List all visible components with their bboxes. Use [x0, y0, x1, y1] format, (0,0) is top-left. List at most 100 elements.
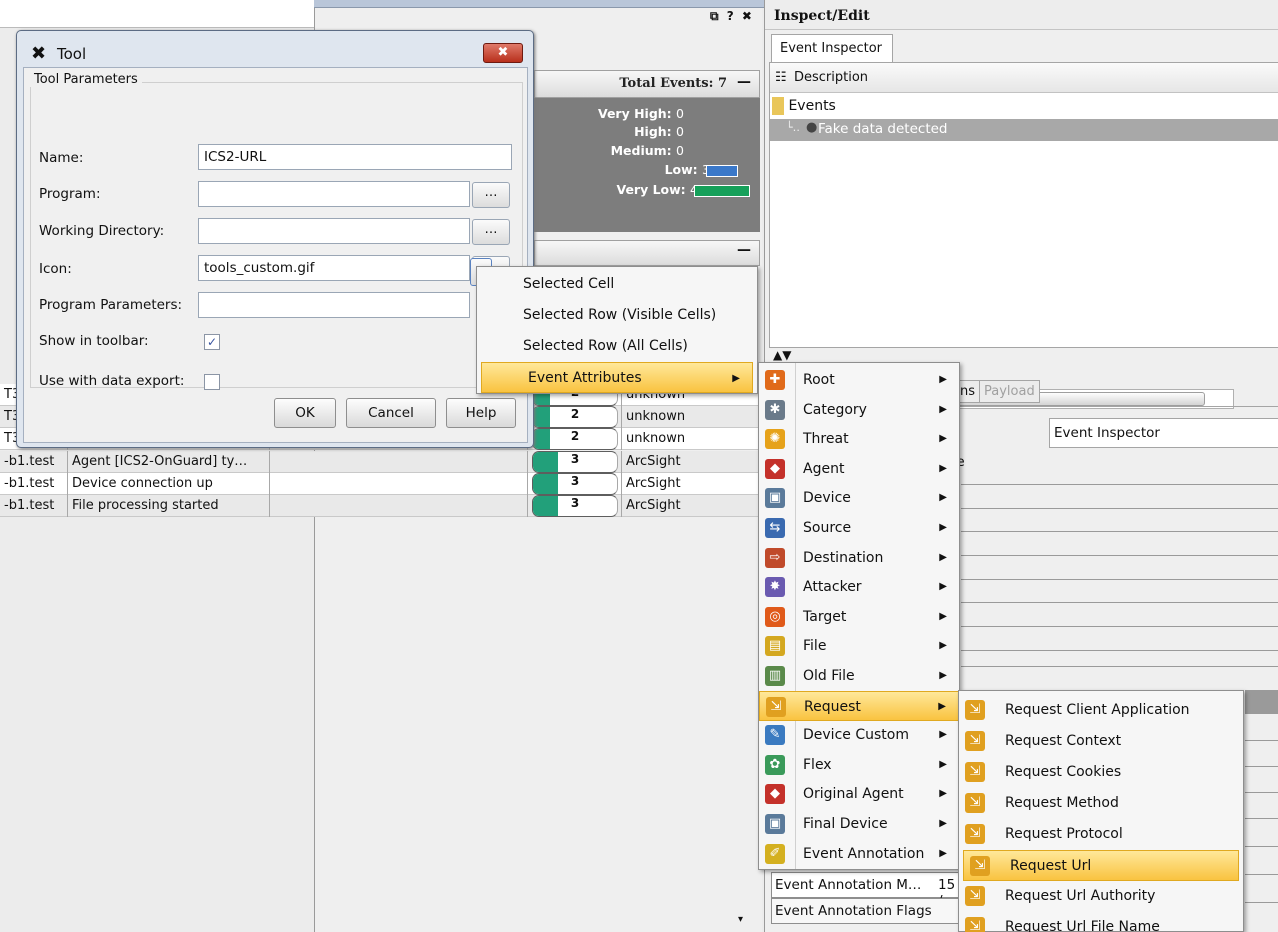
menu-item-event-attributes[interactable]: Event Attributes ▶	[481, 362, 753, 393]
menu-item-request-url-file-name[interactable]: ⇲ Request Url File Name	[959, 912, 1243, 932]
chevron-right-icon: ▶	[939, 788, 947, 800]
priority-bar: 3	[532, 451, 618, 473]
grid-line	[961, 579, 1278, 580]
menu-item-request-client-application[interactable]: ⇲ Request Client Application	[959, 695, 1243, 726]
menu-item-target[interactable]: ◎ Target ▶	[759, 602, 959, 632]
menu-item-selected-row-visible-cells-[interactable]: Selected Row (Visible Cells)	[477, 300, 757, 331]
chevron-right-icon: ▶	[939, 551, 947, 563]
menu-item-label: Request Cookies	[1005, 764, 1122, 780]
ok-button[interactable]: OK	[274, 398, 336, 428]
tab-divider	[955, 406, 1278, 407]
grid-line	[1245, 846, 1278, 847]
menu-item-label: Selected Cell	[523, 276, 615, 292]
menu-item-selected-cell[interactable]: Selected Cell	[477, 269, 757, 300]
collapse-button[interactable]: —	[737, 74, 751, 90]
collapse-button[interactable]: —	[737, 242, 751, 258]
priority-value: 3	[570, 474, 580, 488]
cell-vendor: unknown	[622, 428, 760, 450]
program-browse-button[interactable]: …	[472, 182, 510, 208]
tab-payload[interactable]: Payload	[979, 380, 1040, 403]
menu-item-attacker[interactable]: ✸ Attacker ▶	[759, 572, 959, 602]
table-row[interactable]: -b1.test Device connection up 3 ArcSight	[0, 473, 760, 495]
grid-line	[961, 555, 1278, 556]
menu-item-label: Request Context	[1005, 733, 1122, 749]
menu-item-destination[interactable]: ⇨ Destination ▶	[759, 543, 959, 573]
menu-item-flex[interactable]: ✿ Flex ▶	[759, 750, 959, 780]
cell-host: -b1.test	[0, 451, 68, 473]
menu-item-label: Category	[803, 401, 867, 418]
description-column-header[interactable]: ☷ Description	[770, 63, 1278, 93]
tree-item-fake-data[interactable]: └‥ ● Fake data detected	[770, 119, 1278, 141]
final-device-icon: ▣	[765, 814, 785, 834]
tab-event-inspector[interactable]: Event Inspector	[771, 34, 893, 62]
menu-item-agent[interactable]: ◆ Agent ▶	[759, 454, 959, 484]
grid-line	[961, 531, 1278, 532]
program-input[interactable]	[198, 181, 470, 207]
event-tree: ☷ Description Events └‥ ● Fake data dete…	[769, 62, 1278, 409]
request-icon: ⇲	[965, 731, 985, 751]
menu-item-selected-row-all-cells-[interactable]: Selected Row (All Cells)	[477, 331, 757, 362]
menu-item-source[interactable]: ⇆ Source ▶	[759, 513, 959, 543]
severity-very-low: Very Low: 4	[616, 182, 698, 197]
menu-item-label: Device Custom	[803, 727, 909, 744]
chevron-right-icon: ▶	[939, 581, 947, 593]
split-arrows-icon[interactable]: ▲▼	[773, 348, 791, 362]
tree-node-events[interactable]: Events	[772, 97, 836, 115]
menu-item-original-agent[interactable]: ◆ Original Agent ▶	[759, 779, 959, 809]
annotation-modified-row[interactable]: Event Annotation M… 15 /	[771, 872, 965, 909]
window-controls[interactable]: ⧉ ? ✖	[710, 9, 754, 24]
cell-name: Agent [ICS2-OnGuard] ty…	[68, 451, 270, 473]
menu-item-request-protocol[interactable]: ⇲ Request Protocol	[959, 819, 1243, 850]
annotation-flags-row[interactable]: Event Annotation Flags	[771, 898, 965, 924]
menu-item-event-annotation[interactable]: ✐ Event Annotation ▶	[759, 839, 959, 869]
menu-item-request-cookies[interactable]: ⇲ Request Cookies	[959, 757, 1243, 788]
workdir-browse-button[interactable]: …	[472, 219, 510, 245]
export-checkbox[interactable]	[204, 374, 220, 390]
cell-priority: 2	[528, 428, 622, 450]
severity-very-high: Very High: 0	[597, 106, 684, 121]
menu-item-request-method[interactable]: ⇲ Request Method	[959, 788, 1243, 819]
menu-item-request-url[interactable]: ⇲ Request Url	[963, 850, 1239, 881]
tool-dialog: ✖ Tool ✖ Tool Parameters Name: ICS2-URL …	[16, 30, 534, 448]
icon-input[interactable]: tools_custom.gif	[198, 255, 470, 281]
menu-item-threat[interactable]: ✺ Threat ▶	[759, 424, 959, 454]
destination-icon: ⇨	[765, 547, 785, 568]
params-input[interactable]	[198, 292, 470, 318]
help-button[interactable]: Help	[446, 398, 516, 428]
request-icon: ⇲	[965, 824, 985, 844]
cell-vendor: unknown	[622, 406, 760, 428]
request-icon: ⇲	[766, 696, 786, 717]
inspector-field[interactable]: Event Inspector	[1049, 418, 1278, 448]
table-row[interactable]: -b1.test File processing started 3 ArcSight	[0, 495, 760, 517]
scroll-down-icon[interactable]: ▾	[738, 914, 743, 925]
toolbar-label: Show in toolbar:	[39, 333, 149, 349]
menu-item-label: Selected Row (All Cells)	[523, 338, 688, 354]
workdir-input[interactable]	[198, 218, 470, 244]
name-input[interactable]: ICS2-URL	[198, 144, 512, 170]
chevron-right-icon: ▶	[939, 403, 947, 415]
menu-item-request-url-authority[interactable]: ⇲ Request Url Authority	[959, 881, 1243, 912]
menu-item-request-context[interactable]: ⇲ Request Context	[959, 726, 1243, 757]
chevron-right-icon: ▶	[938, 700, 946, 712]
priority-bar: 2	[532, 406, 618, 428]
menu-item-device[interactable]: ▣ Device ▶	[759, 483, 959, 513]
cell-vendor: ArcSight	[622, 451, 760, 473]
menu-item-file[interactable]: ▤ File ▶	[759, 631, 959, 661]
request-icon: ⇲	[965, 762, 985, 782]
menu-item-device-custom[interactable]: ✎ Device Custom ▶	[759, 720, 959, 750]
menu-item-root[interactable]: ✚ Root ▶	[759, 365, 959, 395]
menu-item-label: Threat	[803, 431, 849, 448]
menu-item-label: Request Client Application	[1005, 702, 1190, 718]
menu-item-final-device[interactable]: ▣ Final Device ▶	[759, 809, 959, 839]
priority-value: 3	[570, 496, 580, 510]
menu-item-category[interactable]: ✱ Category ▶	[759, 395, 959, 425]
cancel-button[interactable]: Cancel	[346, 398, 436, 428]
toolbar-checkbox[interactable]: ✓	[204, 334, 220, 350]
menu-item-old-file[interactable]: ▥ Old File ▶	[759, 661, 959, 691]
name-label: Name:	[39, 150, 84, 166]
table-row[interactable]: -b1.test Agent [ICS2-OnGuard] ty… 3 ArcSigh…	[0, 451, 760, 473]
close-button[interactable]: ✖	[483, 43, 523, 63]
request-icon: ⇲	[965, 793, 985, 813]
menu-item-request[interactable]: ⇲ Request ▶	[759, 690, 959, 721]
cell-priority: 3	[528, 495, 622, 517]
